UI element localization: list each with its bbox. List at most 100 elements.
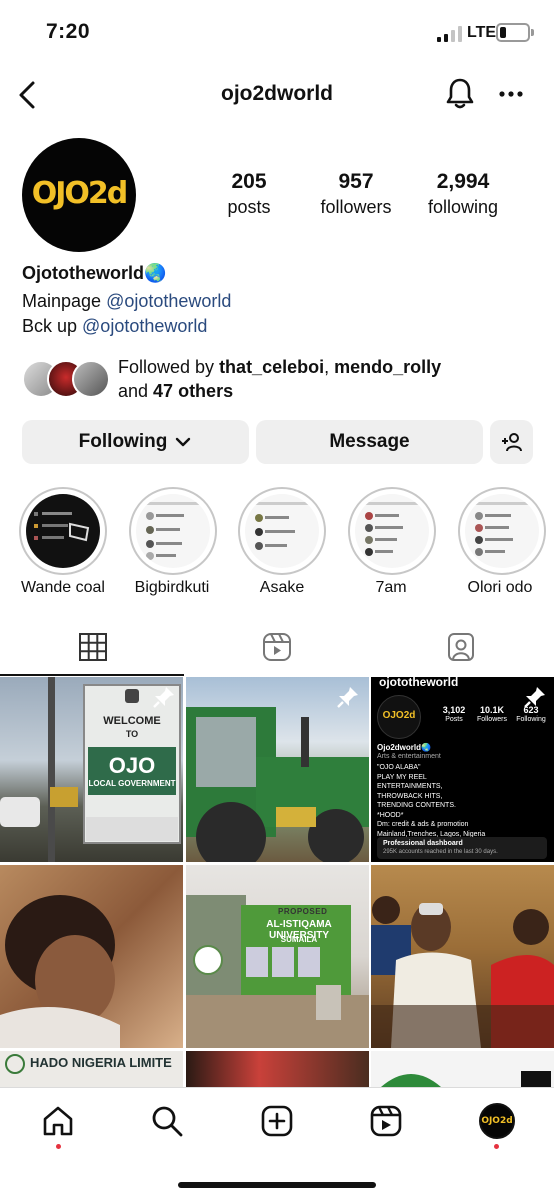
highlight-olori-odo[interactable] [458,487,546,575]
post-text: PLAY MY REEL [377,773,427,781]
highlight-wande-coal[interactable] [19,487,107,575]
followed-by-line-1[interactable]: Followed by that_celeboi, mendo_rolly [118,357,441,378]
bio-line-2: Bck up @ojototheworld [22,316,207,337]
highlight-label: 7am [375,579,407,596]
pinned-icon [337,687,358,708]
tagged-tab-icon[interactable] [446,632,476,662]
following-button[interactable]: Following [22,420,249,464]
home-notification-dot [56,1144,61,1149]
message-button[interactable]: Message [256,420,483,464]
followers-label: followers [320,197,392,217]
nav-avatar-logo-text: OJO2d [481,1116,513,1126]
post-text: ENTERTAINMENTS, [377,783,443,790]
highlight-label: Olori odo [467,579,533,596]
post-image [371,896,554,1048]
post-text: Professional dashboard [383,840,463,847]
mutual-name: mendo_rolly [334,357,442,377]
status-time: 7:20 [46,20,91,43]
pinned-icon [524,687,545,708]
post-text: OJO2d [382,710,416,721]
post-text: TRENDING CONTENTS. [377,802,456,809]
post-text: Posts [445,716,463,723]
posts-stat[interactable]: 205 posts [189,170,309,218]
bio-mention-link[interactable]: @ojototheworld [106,291,231,311]
post-dashboard: Professional dashboard 295K accounts rea… [377,837,547,859]
post-text: HADO NIGERIA LIMITE [30,1055,172,1070]
post-text: 295K accounts reached in the last 30 day… [383,849,498,855]
search-icon[interactable] [150,1104,184,1138]
battery-tip [531,29,534,36]
profile-avatar[interactable]: OJO2d [22,138,136,252]
post-image [186,895,369,1048]
battery-icon [496,23,530,42]
followed-by-text: and [118,381,154,401]
post-thumbnail[interactable]: PROPOSED AL-ISTIQAMA UNIVERSITY SUMAILA [186,865,369,1048]
post-text: "OJO ALABA" [377,764,421,771]
post-bio: "OJO ALABA" PLAY MY REEL ENTERTAINMENTS,… [377,763,485,839]
reels-icon[interactable] [369,1104,403,1138]
more-options-icon[interactable] [498,84,524,104]
post-thumbnail[interactable]: ojototheworld OJO2d 3,102 Posts 10.1K Fo… [371,677,554,862]
post-image [5,1054,25,1074]
post-thumbnail[interactable] [186,677,369,862]
reels-tab-icon[interactable] [262,632,292,662]
notification-bell-icon[interactable] [444,77,476,111]
highlight-cover [475,502,529,556]
highlight-cover [255,502,309,550]
sign-text: WELCOME [103,715,161,727]
highlight-bigbirdkuti[interactable] [129,487,217,575]
post-thumbnail[interactable] [0,865,183,1048]
highlight-cover [146,502,200,560]
message-button-label: Message [329,431,410,452]
highlight-asake[interactable] [238,487,326,575]
post-image [0,895,120,1048]
avatar-logo-text: OJO2d [31,176,129,211]
following-button-label: Following [78,431,168,452]
post-text: *HOOD* [377,811,404,819]
network-type: LTE [467,24,497,41]
profile-nav-avatar[interactable]: OJO2d [479,1103,515,1139]
post-thumbnail[interactable]: WELCOME TO OJO LOCAL GOVERNMENT [0,677,183,862]
mutual-others-count: 47 others [153,381,234,401]
highlight-7am[interactable] [348,487,436,575]
display-name: Ojototheworld🌏 [22,263,167,283]
post-text: Ojo2dworld🌏 [377,743,431,752]
bio-mention-link[interactable]: @ojototheworld [82,316,207,336]
sign-text: LOCAL GOVERNMENT [88,779,176,788]
home-icon[interactable] [41,1104,75,1138]
add-person-icon [501,433,522,452]
home-indicator [178,1182,376,1188]
post-text: PROPOSED [278,907,328,916]
post-thumbnail[interactable]: HADO NIGERIA LIMITE [0,1051,183,1087]
sign-text: OJO [108,753,156,778]
suggested-users-button[interactable] [490,420,533,464]
followed-by-line-2[interactable]: and 47 others [118,381,233,402]
post-text: 3,102 [442,705,466,715]
pinned-icon [153,687,174,708]
following-label: following [427,197,499,217]
post-text: 10.1K [479,705,505,715]
post-text: SUMAILA [280,935,318,944]
followers-stat[interactable]: 957 followers [296,170,416,218]
profile-notification-dot [494,1144,499,1149]
chevron-down-icon [176,437,191,447]
posts-label: posts [227,197,271,217]
mutual-avatar [72,360,110,398]
create-post-icon[interactable] [260,1104,294,1138]
post-image [381,1071,551,1087]
post-text: THROWBACK HITS, [377,792,443,800]
highlight-label: Wande coal [21,579,105,596]
post-avatar: OJO2d [377,695,421,739]
followers-count: 957 [338,170,374,193]
mutual-name: that_celeboi [219,357,325,377]
post-thumbnail[interactable] [186,1051,369,1087]
post-thumbnail[interactable] [371,1051,554,1087]
grid-tab-icon[interactable] [78,632,108,662]
posts-count: 205 [231,170,267,193]
post-text: Dm: credit & ads & promotion [377,821,469,828]
mutual-followers-avatars[interactable] [22,360,112,400]
followed-by-text: Followed by [118,357,220,377]
post-thumbnail[interactable] [371,865,554,1048]
bio-text: Bck up [22,316,83,336]
following-stat[interactable]: 2,994 following [403,170,523,218]
